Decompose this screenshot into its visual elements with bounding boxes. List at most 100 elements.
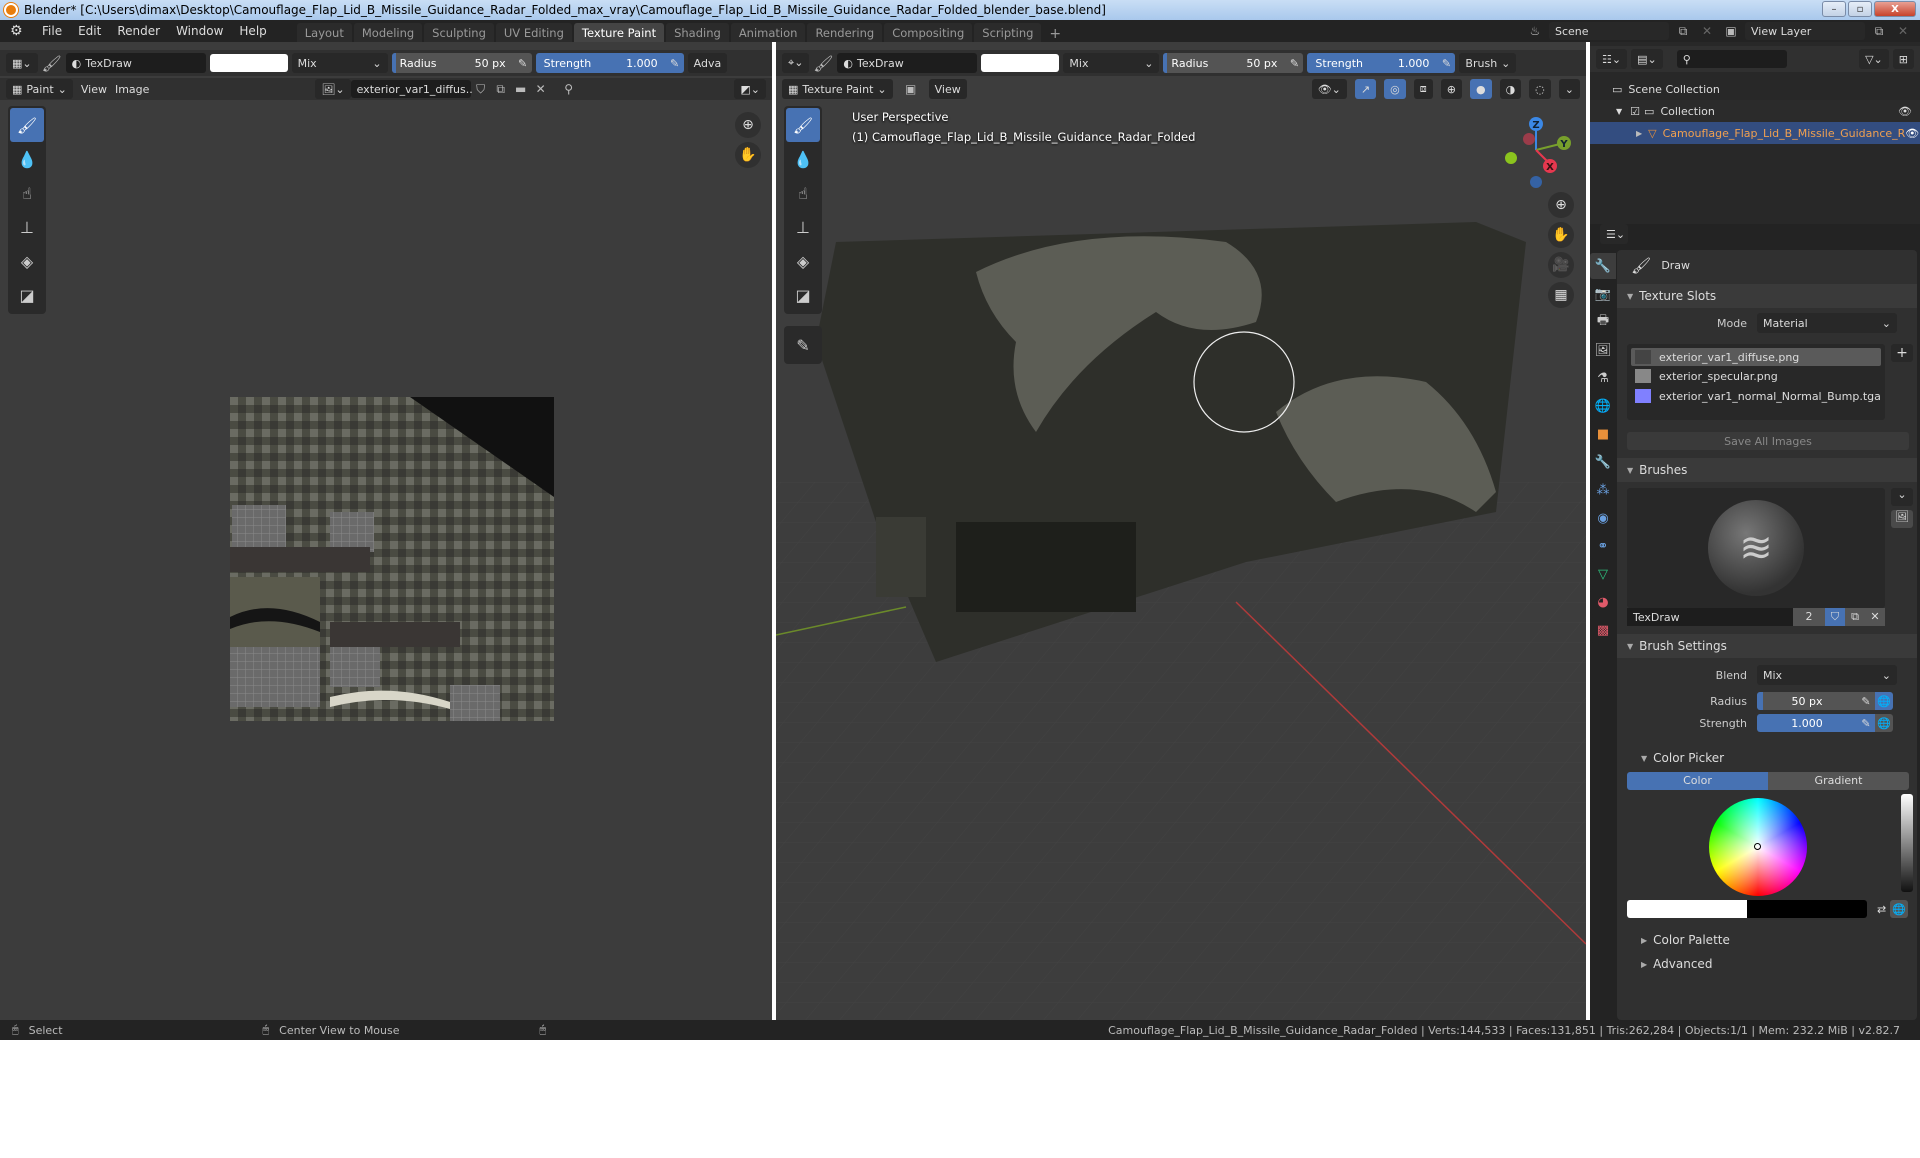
brush-dropdown-icon[interactable]: ⌄	[1891, 488, 1913, 506]
viewport-zoom-icon[interactable]: ⊕	[1548, 192, 1574, 218]
tool-smear-icon[interactable]: ☝	[10, 176, 44, 210]
primary-color-swatch[interactable]	[1627, 900, 1747, 918]
strength-slider[interactable]: Strength 1.000	[535, 53, 666, 73]
viewport-brush-selector[interactable]: ◐ TexDraw	[837, 53, 978, 73]
viewport-blend-dropdown[interactable]: Mix ⌄	[1063, 53, 1160, 73]
brush-selector[interactable]: ◐ TexDraw	[65, 53, 206, 73]
properties-editor-type[interactable]: ☰⌄	[1600, 224, 1628, 244]
brush-settings-panel-header[interactable]: ▼ Brush Settings	[1617, 634, 1917, 658]
pressure-radius-icon[interactable]: ✎	[513, 53, 532, 73]
close-button[interactable]: X	[1874, 1, 1916, 17]
tab-output-icon[interactable]: 🖶	[1590, 309, 1616, 335]
tab-animation[interactable]: Animation	[730, 23, 806, 42]
image-menu[interactable]: Image	[115, 83, 149, 96]
mode-dropdown[interactable]: Material ⌄	[1757, 313, 1897, 333]
tab-view-layer-icon[interactable]: 🖼	[1590, 337, 1616, 363]
tab-object-icon[interactable]: ■	[1590, 421, 1616, 447]
eye-icon[interactable]: 👁	[1905, 127, 1919, 140]
brush-icon-image[interactable]: 🖼	[1891, 510, 1913, 528]
annotate-tool-icon[interactable]: ✎	[786, 328, 820, 362]
shading-rendered-icon[interactable]: ◌	[1529, 79, 1551, 99]
menu-file[interactable]: File	[34, 24, 70, 38]
shading-solid-icon[interactable]: ●	[1469, 79, 1492, 99]
tab-uv-editing[interactable]: UV Editing	[495, 23, 572, 42]
strength-pressure-icon[interactable]: ✎	[1857, 714, 1875, 732]
view-layer-icon[interactable]: ▣	[1721, 22, 1741, 40]
brush-preview[interactable]: ≋ ⌄ 🖼	[1627, 488, 1913, 608]
zoom-view-icon[interactable]: ⊕	[735, 112, 761, 138]
shading-wireframe-icon[interactable]: ⊕	[1440, 79, 1462, 99]
tab-particles-icon[interactable]: ⁂	[1590, 477, 1616, 503]
scene-selector[interactable]: Scene	[1549, 22, 1669, 40]
texture-slot-item[interactable]: exterior_var1_diffuse.png	[1631, 348, 1881, 366]
display-mode-dropdown[interactable]: ▤⌄	[1631, 49, 1663, 69]
radius-pressure-icon[interactable]: ✎	[1857, 692, 1875, 710]
blender-menu-icon[interactable]: ⚙	[10, 23, 26, 39]
radius-slider[interactable]: Radius 50 px	[391, 53, 514, 73]
brush-users-count[interactable]: 2	[1793, 608, 1825, 626]
color-picker-header[interactable]: ▼ Color Picker	[1617, 746, 1917, 770]
outliner-object[interactable]: ▶ ▽ Camouflage_Flap_Lid_B_Missile_Guidance…	[1590, 122, 1920, 144]
remove-view-layer-icon[interactable]: ✕	[1893, 22, 1913, 40]
ortho-toggle-icon[interactable]: ▦	[1548, 282, 1574, 308]
outliner-scene-collection[interactable]: ▭ Scene Collection	[1590, 78, 1920, 100]
tab-rendering[interactable]: Rendering	[807, 23, 883, 42]
tool-mask-icon[interactable]: ◪	[10, 278, 44, 312]
display-mode-button[interactable]: ◩⌄	[734, 79, 766, 99]
shading-material-icon[interactable]: ◑	[1499, 79, 1522, 99]
viewport-pan-icon[interactable]: ✋	[1548, 222, 1574, 248]
brushes-panel-header[interactable]: ▼ Brushes	[1617, 458, 1917, 482]
viewport-tool-mask-icon[interactable]: ◪	[786, 278, 820, 312]
viewport-tool-smear-icon[interactable]: ☝	[786, 176, 820, 210]
tab-layout[interactable]: Layout	[296, 23, 352, 42]
tab-world-icon[interactable]: 🌐	[1590, 393, 1616, 419]
advanced-header[interactable]: ▶ Advanced	[1617, 952, 1917, 976]
tab-data-icon[interactable]: ▽	[1590, 561, 1616, 587]
viewport-strength-slider[interactable]: Strength 1.000	[1307, 53, 1438, 73]
view-menu[interactable]: View	[81, 83, 107, 96]
tab-render-icon[interactable]: 📷	[1590, 281, 1616, 307]
tool-soften-icon[interactable]: 💧	[10, 142, 44, 176]
secondary-color-swatch[interactable]	[1747, 900, 1867, 918]
expand-icon[interactable]: ▼	[1616, 107, 1622, 116]
filter-icon[interactable]: ▽⌄	[1859, 49, 1889, 69]
add-workspace-button[interactable]: +	[1043, 26, 1067, 42]
color-globe-icon[interactable]: 🌐	[1890, 900, 1909, 918]
duplicate-brush-icon[interactable]: ⧉	[1845, 608, 1865, 626]
tab-texture-paint[interactable]: Texture Paint	[573, 23, 665, 42]
checkbox-icon[interactable]: ☑	[1630, 105, 1640, 118]
advanced-menu[interactable]: Adva	[687, 53, 728, 73]
overlay-toggle[interactable]: ◎	[1384, 79, 1406, 99]
tab-modifier-icon[interactable]: 🔧	[1590, 449, 1616, 475]
outliner-search[interactable]: ⚲	[1676, 50, 1787, 68]
texture-image[interactable]	[230, 397, 554, 721]
color-wheel-cursor[interactable]	[1754, 843, 1761, 850]
tab-tool-icon[interactable]: 🔧	[1590, 253, 1616, 279]
new-image-icon[interactable]: ⧉	[491, 80, 511, 98]
strength-unit-globe-icon[interactable]: 🌐	[1875, 714, 1893, 732]
strength-slider-props[interactable]: 1.000	[1757, 714, 1857, 732]
viewport-editor-type-button[interactable]: ⌖⌄	[782, 53, 810, 73]
blend-dropdown[interactable]: Mix ⌄	[291, 53, 388, 73]
viewport-tool-fill-icon[interactable]: ◈	[786, 244, 820, 278]
color-palette-header[interactable]: ▶ Color Palette	[1617, 928, 1917, 952]
blend-dropdown-props[interactable]: Mix ⌄	[1757, 665, 1897, 685]
outliner-collection[interactable]: ▼ ☑ ▭ Collection 👁	[1590, 100, 1920, 122]
paint-mode-dropdown[interactable]: ▦ Paint ⌄	[6, 79, 73, 99]
menu-help[interactable]: Help	[231, 24, 274, 38]
view-layer-selector[interactable]: View Layer	[1745, 22, 1865, 40]
tab-shading[interactable]: Shading	[666, 23, 729, 42]
tab-sculpting[interactable]: Sculpting	[424, 23, 494, 42]
tab-modeling[interactable]: Modeling	[353, 23, 423, 42]
viewport-tool-soften-icon[interactable]: 💧	[786, 142, 820, 176]
expand-icon[interactable]: ▶	[1636, 129, 1642, 138]
viewport-radius-slider[interactable]: Radius 50 px	[1163, 53, 1286, 73]
outliner-editor-type[interactable]: ☷⌄	[1596, 49, 1628, 69]
viewport-pressure-radius-icon[interactable]: ✎	[1285, 53, 1304, 73]
brush-name-field[interactable]: TexDraw	[1627, 608, 1793, 626]
texture-slot-item[interactable]: exterior_var1_normal_Normal_Bump.tga	[1631, 386, 1881, 406]
image-browse-button[interactable]: 🖼⌄	[315, 79, 351, 99]
editor-type-button[interactable]: ▦⌄	[6, 53, 38, 73]
tab-texture-icon[interactable]: ▩	[1590, 617, 1616, 643]
color-swatch[interactable]	[209, 54, 288, 72]
